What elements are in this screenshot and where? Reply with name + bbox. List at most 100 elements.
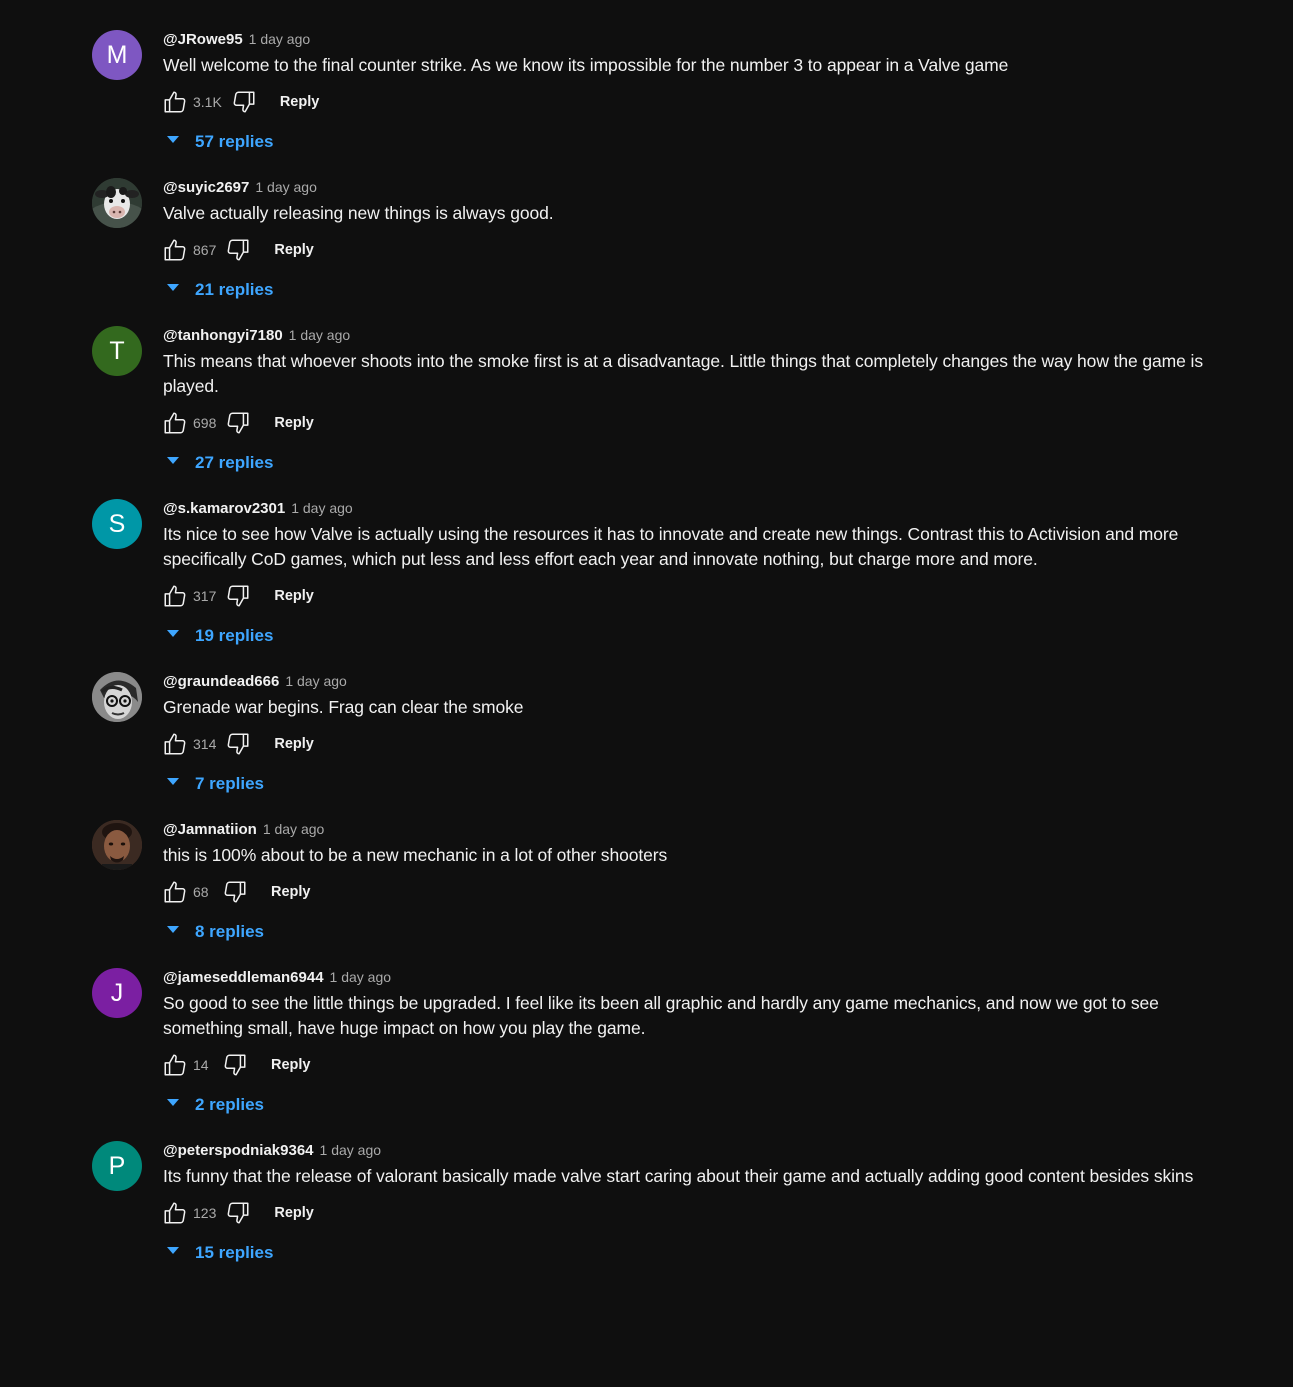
comment-timestamp[interactable]: 1 day ago — [255, 179, 317, 195]
comment-thread: @graundead666 1 day ago Grenade war begi… — [92, 670, 1232, 802]
avatar[interactable]: T — [92, 326, 142, 376]
dislike-button[interactable] — [222, 1197, 254, 1229]
view-replies-button[interactable]: 19 replies — [165, 618, 1232, 654]
replies-count-label: 2 replies — [195, 1095, 264, 1114]
like-button[interactable] — [159, 234, 191, 266]
comment-thread: @suyic2697 1 day ago Valve actually rele… — [92, 176, 1232, 308]
comment-timestamp[interactable]: 1 day ago — [330, 969, 392, 985]
avatar[interactable]: P — [92, 1141, 142, 1191]
replies-count-label: 7 replies — [195, 774, 264, 793]
thumb-down-icon — [227, 412, 249, 434]
thumb-down-icon — [227, 239, 249, 261]
dislike-button[interactable] — [222, 728, 254, 760]
comment-author[interactable]: @tanhongyi7180 — [163, 327, 283, 344]
like-count: 698 — [193, 415, 217, 431]
caret-down-icon — [165, 280, 181, 301]
like-count: 68 — [193, 884, 209, 900]
replies-count-label: 15 replies — [195, 1243, 274, 1262]
thumb-up-icon — [164, 1054, 186, 1076]
like-count: 314 — [193, 736, 217, 752]
reply-button[interactable]: Reply — [274, 1205, 314, 1221]
comment-author[interactable]: @JRowe95 — [163, 31, 243, 48]
like-button[interactable] — [159, 407, 191, 439]
dislike-button[interactable] — [219, 1049, 251, 1081]
sketch-face-avatar-image — [92, 672, 142, 722]
avatar-letter: S — [108, 509, 126, 538]
thumb-down-icon — [227, 733, 249, 755]
comment-timestamp[interactable]: 1 day ago — [291, 500, 353, 516]
comment-thread: T @tanhongyi7180 1 day ago This means th… — [92, 324, 1232, 481]
comment-author[interactable]: @Jamnatiion — [163, 821, 257, 838]
thumb-up-icon — [164, 733, 186, 755]
like-button[interactable] — [159, 876, 191, 908]
dislike-button[interactable] — [222, 407, 254, 439]
like-count: 867 — [193, 242, 217, 258]
view-replies-button[interactable]: 27 replies — [165, 445, 1232, 481]
view-replies-button[interactable]: 21 replies — [165, 272, 1232, 308]
comment-author[interactable]: @suyic2697 — [163, 179, 249, 196]
view-replies-button[interactable]: 57 replies — [165, 124, 1232, 160]
dislike-button[interactable] — [222, 580, 254, 612]
comment-timestamp[interactable]: 1 day ago — [320, 1142, 382, 1158]
avatar-letter: J — [110, 978, 124, 1007]
thumb-down-icon — [233, 91, 255, 113]
replies-count-label: 19 replies — [195, 626, 274, 645]
like-button[interactable] — [159, 86, 191, 118]
like-count: 317 — [193, 588, 217, 604]
reply-button[interactable]: Reply — [271, 884, 311, 900]
avatar[interactable] — [92, 178, 142, 228]
dislike-button[interactable] — [228, 86, 260, 118]
avatar[interactable]: S — [92, 499, 142, 549]
comment-author[interactable]: @peterspodniak9364 — [163, 1142, 314, 1159]
caret-down-icon — [165, 922, 181, 943]
comment-text: Well welcome to the final counter strike… — [163, 55, 1009, 75]
view-replies-button[interactable]: 8 replies — [165, 914, 1232, 950]
comment-timestamp[interactable]: 1 day ago — [285, 673, 347, 689]
comment-timestamp[interactable]: 1 day ago — [263, 821, 325, 837]
caret-down-icon — [165, 1243, 181, 1264]
caret-down-icon — [165, 132, 181, 153]
comment-author[interactable]: @graundead666 — [163, 673, 279, 690]
avatar[interactable] — [92, 672, 142, 722]
reply-button[interactable]: Reply — [280, 94, 320, 110]
caret-down-icon — [165, 453, 181, 474]
thumb-down-icon — [224, 881, 246, 903]
reply-button[interactable]: Reply — [271, 1057, 311, 1073]
avatar[interactable] — [92, 820, 142, 870]
cow-avatar-image — [92, 178, 142, 228]
dislike-button[interactable] — [219, 876, 251, 908]
dislike-button[interactable] — [222, 234, 254, 266]
avatar[interactable]: M — [92, 30, 142, 80]
comment-author[interactable]: @jameseddleman6944 — [163, 969, 324, 986]
replies-count-label: 21 replies — [195, 280, 274, 299]
like-count: 123 — [193, 1205, 217, 1221]
comment-text: Valve actually releasing new things is a… — [163, 203, 554, 223]
comment-author[interactable]: @s.kamarov2301 — [163, 500, 285, 517]
reply-button[interactable]: Reply — [274, 588, 314, 604]
caret-down-icon — [165, 626, 181, 647]
avatar[interactable]: J — [92, 968, 142, 1018]
thumb-up-icon — [164, 881, 186, 903]
replies-count-label: 27 replies — [195, 453, 274, 472]
view-replies-button[interactable]: 7 replies — [165, 766, 1232, 802]
comment-text: So good to see the little things be upgr… — [163, 993, 1159, 1038]
comment-thread: @Jamnatiion 1 day ago this is 100% about… — [92, 818, 1232, 950]
comment-timestamp[interactable]: 1 day ago — [289, 327, 351, 343]
reply-button[interactable]: Reply — [274, 415, 314, 431]
like-button[interactable] — [159, 1049, 191, 1081]
comment-timestamp[interactable]: 1 day ago — [249, 31, 311, 47]
replies-count-label: 8 replies — [195, 922, 264, 941]
view-replies-button[interactable]: 15 replies — [165, 1235, 1232, 1271]
reply-button[interactable]: Reply — [274, 242, 314, 258]
like-button[interactable] — [159, 1197, 191, 1229]
like-button[interactable] — [159, 728, 191, 760]
view-replies-button[interactable]: 2 replies — [165, 1087, 1232, 1123]
comment-thread: S @s.kamarov2301 1 day ago Its nice to s… — [92, 497, 1232, 654]
like-button[interactable] — [159, 580, 191, 612]
caret-down-icon — [165, 1095, 181, 1116]
thumb-down-icon — [227, 585, 249, 607]
comment-thread: J @jameseddleman6944 1 day ago So good t… — [92, 966, 1232, 1123]
thumb-down-icon — [227, 1202, 249, 1224]
comment-text: This means that whoever shoots into the … — [163, 351, 1203, 396]
reply-button[interactable]: Reply — [274, 736, 314, 752]
